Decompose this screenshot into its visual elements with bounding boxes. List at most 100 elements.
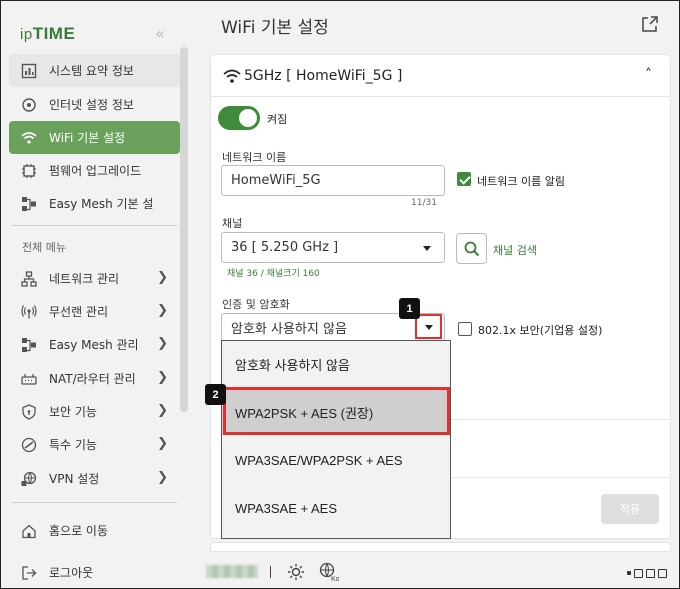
- enterprise-security-checkbox[interactable]: [458, 322, 472, 336]
- wifi-icon: [21, 130, 37, 146]
- view-toggle-icon[interactable]: [627, 568, 673, 578]
- auth-option[interactable]: 암호화 사용하지 않음: [222, 341, 450, 387]
- sidebar-item-label: 보안 기능: [49, 405, 97, 419]
- enterprise-security-label: 802.1x 보안(기업용 설정): [478, 324, 603, 337]
- channel-select[interactable]: 36 [ 5.250 GHz ]: [221, 232, 445, 263]
- auth-label: 인증 및 암호화: [222, 298, 290, 311]
- sidebar-item-security[interactable]: 보안 기능 ❯: [9, 395, 180, 428]
- chevron-right-icon: ❯: [157, 403, 168, 418]
- chevron-right-icon: ❯: [157, 470, 168, 485]
- sidebar-item-logout[interactable]: 로그아웃: [9, 556, 180, 588]
- internet-settings-icon: [21, 97, 37, 113]
- band-title: 5GHz [ HomeWiFi_5G ]: [244, 68, 403, 84]
- sidebar-item-label: 인터넷 설정 정보: [49, 98, 134, 112]
- chevron-right-icon: ❯: [157, 303, 168, 318]
- sidebar: ipTIME « 시스템 요약 정보 인터넷 설정 정보 WiFi 기본 설정 …: [2, 2, 190, 588]
- sidebar-item-label: 로그아웃: [49, 566, 94, 580]
- firmware-icon: [21, 163, 37, 179]
- auth-option[interactable]: WPA3SAE/WPA2PSK + AES: [222, 437, 450, 483]
- chevron-right-icon: ❯: [157, 370, 168, 385]
- sidebar-item-internet-settings[interactable]: 인터넷 설정 정보: [9, 88, 180, 121]
- page-title: WiFi 기본 설정: [221, 18, 329, 38]
- sidebar-item-label: Easy Mesh 기본 설: [49, 197, 154, 211]
- square: [634, 568, 643, 578]
- channel-label: 채널: [222, 217, 243, 230]
- network-name-label: 네트워크 이름: [222, 151, 287, 164]
- system-summary-icon: [21, 63, 37, 79]
- sidebar-section-title: 전체 메뉴: [22, 241, 66, 254]
- sidebar-item-home[interactable]: 홈으로 이동: [9, 514, 180, 547]
- channel-search-button[interactable]: [456, 233, 487, 264]
- sidebar-scrollbar[interactable]: [180, 47, 188, 412]
- footer-blurred-info: [206, 565, 258, 578]
- next-card: [210, 542, 671, 552]
- card-header[interactable]: 5GHz [ HomeWiFi_5G ] ˄: [211, 55, 670, 97]
- language-globe-icon[interactable]: Ko: [319, 562, 339, 582]
- sidebar-item-special[interactable]: 특수 기능 ❯: [9, 428, 180, 461]
- sidebar-item-easymesh-basic[interactable]: Easy Mesh 기본 설: [9, 187, 180, 220]
- iptime-logo[interactable]: ipTIME: [20, 24, 75, 44]
- network-name-input[interactable]: HomeWiFi_5G: [221, 165, 445, 196]
- broadcast-name-checkbox[interactable]: [457, 172, 471, 186]
- shield-icon: [21, 403, 37, 420]
- channel-info: 채널 36 / 채널크기 160: [227, 269, 320, 279]
- logout-icon: [21, 565, 37, 581]
- annotation-badge-2: 2: [205, 384, 226, 405]
- annotation-highlight-box: [223, 387, 450, 435]
- brightness-icon[interactable]: [287, 563, 305, 581]
- wifi-enable-toggle[interactable]: [218, 106, 260, 130]
- auth-dropdown-list: 암호화 사용하지 않음 WPA2PSK + AES (권장) WPA3SAE/W…: [221, 340, 451, 539]
- toggle-label: 켜짐: [267, 113, 288, 126]
- sidebar-item-label: WiFi 기본 설정: [49, 131, 126, 145]
- divider: [451, 419, 671, 420]
- sidebar-item-label: NAT/라우터 관리: [49, 372, 136, 386]
- sidebar-divider: [12, 225, 177, 226]
- language-badge: Ko: [331, 576, 339, 582]
- sidebar-item-label: 홈으로 이동: [49, 524, 109, 538]
- sidebar-item-nat-router[interactable]: NAT/라우터 관리 ❯: [9, 362, 180, 395]
- sidebar-item-label: 특수 기능: [49, 438, 97, 452]
- sidebar-item-label: 네트워크 관리: [49, 272, 120, 286]
- collapse-sidebar-icon[interactable]: «: [155, 24, 165, 43]
- footer-separator: [270, 566, 271, 578]
- chevron-right-icon: ❯: [157, 336, 168, 351]
- app-window: ipTIME « 시스템 요약 정보 인터넷 설정 정보 WiFi 기본 설정 …: [0, 0, 680, 589]
- chevron-down-icon: [425, 325, 433, 330]
- special-icon: [21, 437, 37, 453]
- mesh-icon: [21, 196, 37, 212]
- channel-search-label[interactable]: 채널 검색: [493, 242, 537, 258]
- chevron-up-icon[interactable]: ˄: [645, 67, 652, 83]
- wifi-icon: [223, 69, 241, 83]
- sidebar-item-vpn[interactable]: VPN 설정 ❯: [9, 462, 180, 495]
- export-icon[interactable]: [641, 15, 659, 33]
- chevron-right-icon: ❯: [157, 436, 168, 451]
- sidebar-item-network[interactable]: 네트워크 관리 ❯: [9, 262, 180, 295]
- sidebar-item-system-summary[interactable]: 시스템 요약 정보: [9, 54, 180, 87]
- wireless-icon: [21, 304, 37, 320]
- apply-button[interactable]: 적용: [601, 494, 659, 524]
- search-icon: [464, 241, 479, 256]
- chevron-down-icon: [423, 246, 431, 251]
- chevron-right-icon: ❯: [157, 270, 168, 285]
- network-name-counter: 11/31: [411, 198, 437, 208]
- vpn-icon: [21, 471, 37, 487]
- sidebar-item-label: 무선랜 관리: [49, 305, 109, 319]
- mesh-icon: [21, 337, 37, 353]
- network-icon: [21, 270, 37, 287]
- channel-select-value: 36 [ 5.250 GHz ]: [231, 240, 339, 255]
- annotation-badge-1: 1: [399, 298, 420, 319]
- sidebar-item-easymesh-manage[interactable]: Easy Mesh 관리 ❯: [9, 328, 180, 361]
- sidebar-divider: [12, 502, 177, 503]
- sidebar-item-wireless[interactable]: 무선랜 관리 ❯: [9, 295, 180, 328]
- home-icon: [21, 523, 37, 539]
- router-icon: [21, 371, 37, 387]
- square: [658, 568, 667, 578]
- sidebar-item-label: 펌웨어 업그레이드: [49, 164, 142, 178]
- sidebar-item-wifi-basic[interactable]: WiFi 기본 설정: [9, 121, 180, 154]
- dot: [627, 571, 631, 575]
- sidebar-item-firmware[interactable]: 펌웨어 업그레이드: [9, 154, 180, 187]
- sidebar-item-label: Easy Mesh 관리: [49, 338, 139, 352]
- sidebar-item-label: VPN 설정: [49, 472, 100, 486]
- auth-option[interactable]: WPA3SAE + AES: [222, 485, 450, 531]
- divider: [451, 477, 671, 478]
